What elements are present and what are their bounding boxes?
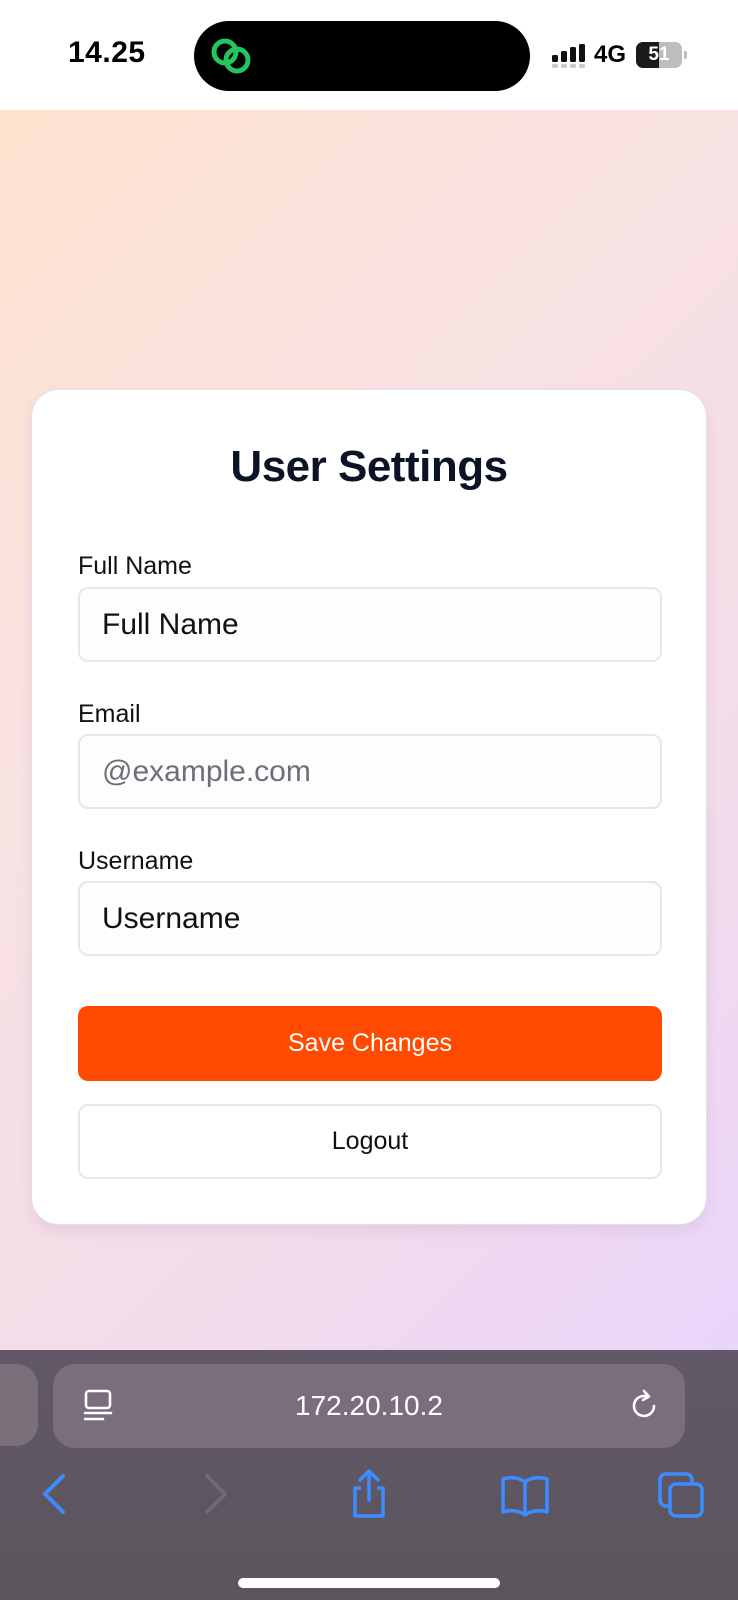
email-input[interactable] bbox=[78, 734, 662, 809]
username-label: Username bbox=[78, 847, 194, 875]
home-indicator bbox=[238, 1578, 500, 1588]
full-name-label: Full Name bbox=[78, 552, 192, 580]
url-text: 172.20.10.2 bbox=[295, 1390, 443, 1421]
battery-percent: 51 bbox=[648, 44, 670, 65]
previous-tab-preview[interactable] bbox=[0, 1364, 38, 1446]
back-icon[interactable] bbox=[30, 1468, 82, 1520]
bookmarks-icon[interactable] bbox=[499, 1468, 551, 1520]
tabs-icon[interactable] bbox=[656, 1468, 708, 1520]
save-changes-button[interactable]: Save Changes bbox=[78, 1006, 662, 1081]
logout-button[interactable]: Logout bbox=[78, 1104, 662, 1179]
forward-icon[interactable] bbox=[188, 1468, 240, 1520]
link-rings-icon bbox=[211, 38, 251, 74]
status-bar: 14.25 4G 51 bbox=[0, 0, 738, 110]
username-input[interactable] bbox=[78, 881, 662, 956]
reload-icon[interactable] bbox=[627, 1388, 663, 1424]
email-label: Email bbox=[78, 700, 141, 728]
full-name-input[interactable] bbox=[78, 587, 662, 662]
network-type: 4G bbox=[594, 41, 627, 68]
browser-toolbar: 172.20.10.2 bbox=[0, 1350, 738, 1600]
settings-card: User Settings Full Name Email Username S… bbox=[31, 389, 707, 1225]
dynamic-island bbox=[194, 21, 530, 91]
battery-icon: 51 bbox=[636, 42, 688, 68]
share-icon[interactable] bbox=[343, 1468, 395, 1520]
address-bar[interactable]: 172.20.10.2 bbox=[53, 1364, 685, 1448]
status-time: 14.25 bbox=[68, 36, 146, 69]
cellular-signal-icon bbox=[552, 44, 585, 68]
page-title: User Settings bbox=[230, 442, 508, 491]
